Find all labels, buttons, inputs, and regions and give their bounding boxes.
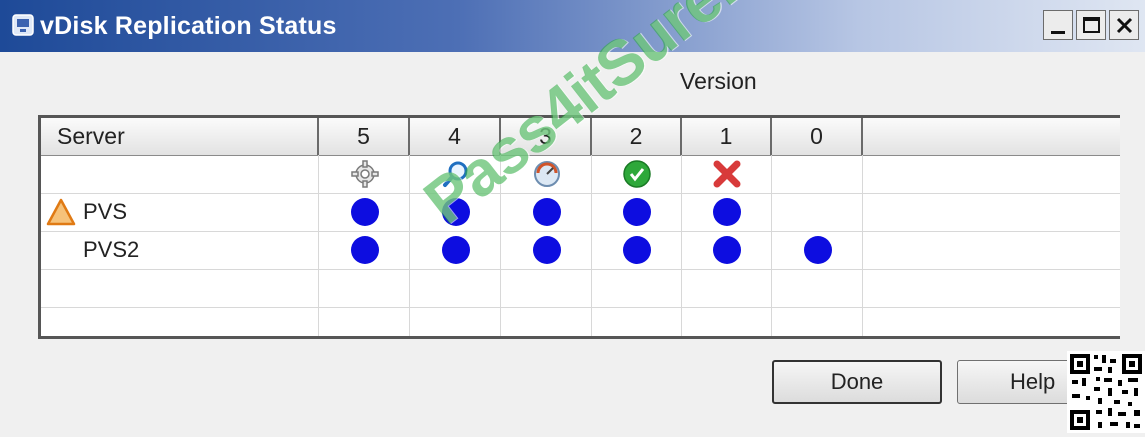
column-header-server[interactable]: Server <box>41 118 319 155</box>
status-icon-row <box>41 155 1120 193</box>
maximize-button[interactable] <box>1076 10 1106 40</box>
server-name: PVS <box>83 199 128 224</box>
grid-line <box>41 269 1120 270</box>
server-name: PVS2 <box>83 237 140 262</box>
grid-line <box>41 307 1120 308</box>
window-title: vDisk Replication Status <box>40 12 337 40</box>
qr-code-image <box>1067 351 1145 433</box>
version-2-status <box>592 155 682 193</box>
version-3-present-dot <box>532 236 561 264</box>
maximize-icon <box>1083 17 1100 33</box>
version-2-present-dot <box>623 198 651 226</box>
column-header-version-0[interactable]: 0 <box>772 118 863 155</box>
column-header-filler <box>863 118 1123 155</box>
replication-grid[interactable]: Server 5 4 3 2 1 0 PVS PVS2 <box>38 115 1120 339</box>
version-1-present-dot <box>713 198 741 226</box>
done-button[interactable]: Done <box>772 360 942 404</box>
version-1-status <box>682 155 772 193</box>
version-2-present-dot <box>623 236 651 264</box>
version-5-status <box>319 155 410 193</box>
column-header-version-5[interactable]: 5 <box>319 118 410 155</box>
green-check-icon <box>623 160 651 188</box>
version-0-present-dot <box>803 236 832 264</box>
close-icon <box>1116 17 1133 34</box>
warning-icon <box>46 198 76 226</box>
version-label: Version <box>680 68 757 94</box>
version-3-present-dot <box>532 198 561 226</box>
version-1-present-dot <box>713 236 741 264</box>
table-row[interactable]: PVS2 <box>41 231 1120 269</box>
minimize-icon <box>1051 31 1065 34</box>
minimize-button[interactable] <box>1043 10 1073 40</box>
vdisk-icon <box>12 14 34 36</box>
column-header-version-2[interactable]: 2 <box>592 118 682 155</box>
vdisk-replication-status-window: vDisk Replication Status Version Server … <box>0 0 1145 437</box>
table-row[interactable]: PVS <box>41 193 1120 231</box>
version-5-present-dot <box>350 198 379 226</box>
title-bar[interactable]: vDisk Replication Status <box>0 0 1145 52</box>
close-button[interactable] <box>1109 10 1139 40</box>
red-x-icon <box>713 160 741 188</box>
gear-icon <box>350 160 379 188</box>
version-4-present-dot <box>441 236 470 264</box>
column-header-version-1[interactable]: 1 <box>682 118 772 155</box>
version-5-present-dot <box>350 236 379 264</box>
